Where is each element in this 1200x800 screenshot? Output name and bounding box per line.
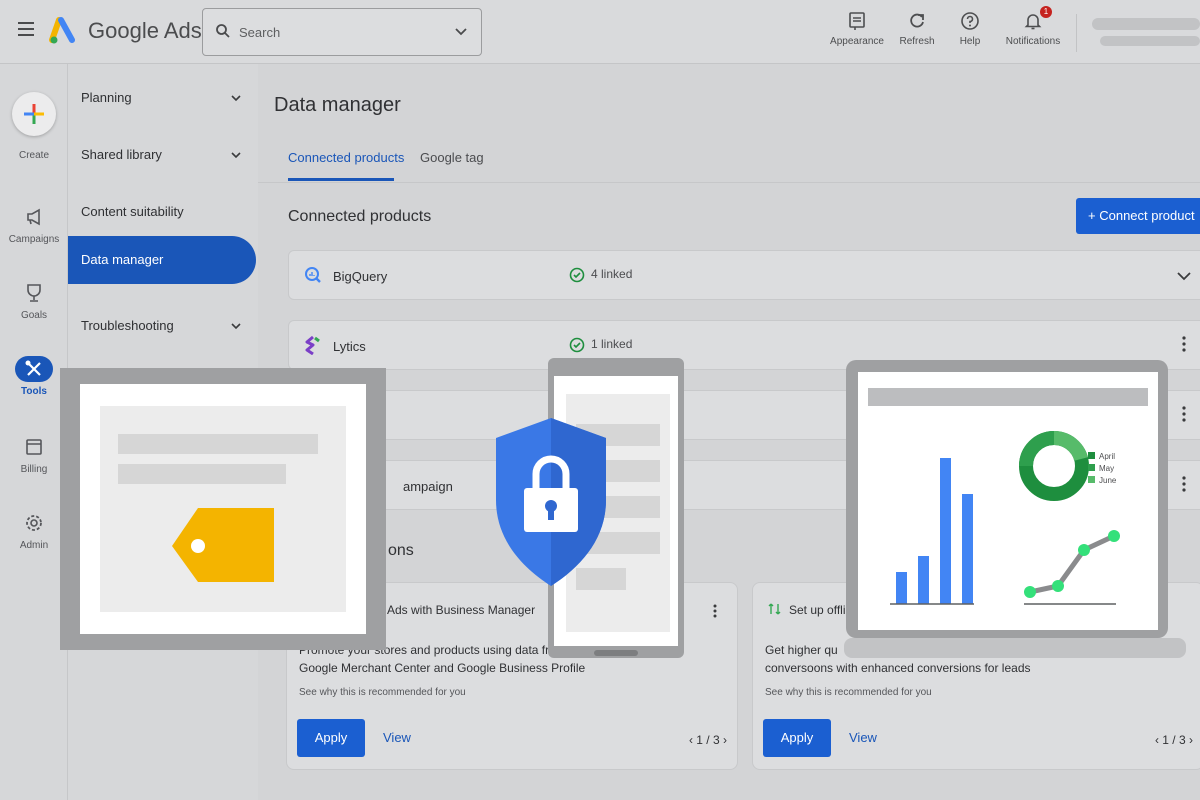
- tab-connected-products[interactable]: Connected products: [288, 150, 404, 165]
- lytics-icon: [305, 335, 320, 355]
- left-rail: Create Campaigns Goals Tools Billing Adm…: [0, 64, 68, 800]
- create-label: Create: [18, 150, 49, 161]
- chevron-down-icon: [231, 323, 241, 330]
- refresh-button[interactable]: Refresh: [894, 10, 940, 47]
- card-pager[interactable]: ‹ 1 / 3 ›: [689, 733, 727, 747]
- more-vert-icon[interactable]: [1175, 335, 1193, 353]
- nav-item-troubleshooting[interactable]: Troubleshooting: [68, 302, 256, 350]
- plus-icon: [24, 104, 44, 124]
- recommendations-title: ons: [388, 542, 414, 559]
- tab-google-tag[interactable]: Google tag: [420, 150, 484, 165]
- nav-item-planning[interactable]: Planning: [68, 74, 256, 122]
- help-icon: [961, 12, 979, 30]
- why-recommended-link[interactable]: See why this is recommended for you: [299, 687, 466, 698]
- illustration-bar: [918, 556, 929, 604]
- connect-product-button[interactable]: + Connect product: [1076, 198, 1200, 234]
- divider: [1076, 14, 1077, 52]
- legend-label: June: [1099, 476, 1117, 485]
- notifications-button[interactable]: 1 Notifications: [1002, 6, 1064, 47]
- trophy-icon: [27, 284, 41, 302]
- top-bar: Google Ads Search Appearance Refresh Hel…: [0, 0, 1200, 64]
- active-tab-indicator: [288, 178, 394, 181]
- apply-button[interactable]: Apply: [297, 719, 365, 757]
- search-box[interactable]: Search: [202, 8, 482, 56]
- refresh-icon: [910, 13, 924, 28]
- page-title: Data manager: [274, 94, 401, 116]
- rail-item-goals[interactable]: Goals: [0, 280, 68, 321]
- chevron-down-icon[interactable]: [1175, 267, 1193, 285]
- megaphone-icon: [27, 208, 40, 226]
- check-circle-icon: [569, 267, 585, 283]
- appearance-icon: [849, 12, 865, 30]
- create-button[interactable]: [12, 92, 56, 136]
- apply-button[interactable]: Apply: [763, 719, 831, 757]
- chevron-right-icon[interactable]: ›: [720, 733, 727, 747]
- more-vert-icon[interactable]: [707, 603, 723, 619]
- rail-item-billing[interactable]: Billing: [0, 434, 68, 475]
- tools-icon: [15, 356, 53, 382]
- product-name: BigQuery: [333, 269, 388, 284]
- illustration-bar: [896, 572, 907, 604]
- product-name: Lytics: [333, 339, 366, 354]
- menu-icon[interactable]: [18, 22, 34, 36]
- google-ads-logo: [49, 17, 75, 44]
- account-name-placeholder[interactable]: [1092, 18, 1200, 30]
- product-row-bigquery[interactable]: BigQuery 4 linked: [288, 250, 1200, 300]
- search-icon: [216, 24, 230, 38]
- notification-badge: 1: [1040, 6, 1052, 18]
- tag-illustration: [60, 368, 386, 650]
- check-circle-icon: [569, 337, 585, 353]
- bigquery-icon: [305, 267, 321, 283]
- rail-item-admin[interactable]: Admin: [0, 510, 68, 551]
- link-status: 4 linked: [569, 267, 632, 283]
- divider: [258, 182, 1200, 183]
- chevron-right-icon[interactable]: ›: [1186, 733, 1193, 747]
- nav-item-data-manager[interactable]: Data manager: [68, 236, 256, 284]
- gear-icon: [26, 515, 42, 531]
- chart-legend: April May June: [1088, 452, 1117, 485]
- search-placeholder: Search: [239, 25, 281, 40]
- nav-item-content-suitability[interactable]: Content suitability: [68, 188, 256, 236]
- conversion-icon: [768, 603, 781, 615]
- shield-lock-icon: [496, 418, 606, 586]
- laptop-chart-illustration: April May June: [844, 360, 1186, 658]
- view-button[interactable]: View: [849, 730, 877, 745]
- billing-icon: [26, 439, 42, 455]
- account-id-placeholder: [1100, 36, 1200, 46]
- nav-item-shared-library[interactable]: Shared library: [68, 131, 256, 179]
- appearance-button[interactable]: Appearance: [828, 10, 886, 47]
- product-name: ampaign: [403, 479, 453, 494]
- chevron-down-icon[interactable]: [453, 23, 469, 39]
- chevron-down-icon: [231, 152, 241, 159]
- legend-label: May: [1099, 464, 1114, 473]
- legend-label: April: [1099, 452, 1115, 461]
- link-status: 1 linked: [569, 337, 632, 353]
- rail-item-campaigns[interactable]: Campaigns: [0, 204, 68, 245]
- section-title: Connected products: [288, 208, 432, 225]
- plus-icon: +: [1088, 208, 1100, 223]
- help-button[interactable]: Help: [952, 10, 988, 47]
- illustration-bar: [962, 494, 973, 604]
- card-pager[interactable]: ‹ 1 / 3 ›: [1155, 733, 1193, 747]
- brand-name: Google Ads: [88, 18, 202, 43]
- card-title: Set up offli: [789, 603, 846, 617]
- card-title: Ads with Business Manager: [387, 603, 536, 617]
- rail-item-tools[interactable]: Tools: [0, 356, 68, 397]
- why-recommended-link[interactable]: See why this is recommended for you: [765, 687, 932, 698]
- illustration-bar: [940, 458, 951, 604]
- view-button[interactable]: View: [383, 730, 411, 745]
- chevron-down-icon: [231, 95, 241, 102]
